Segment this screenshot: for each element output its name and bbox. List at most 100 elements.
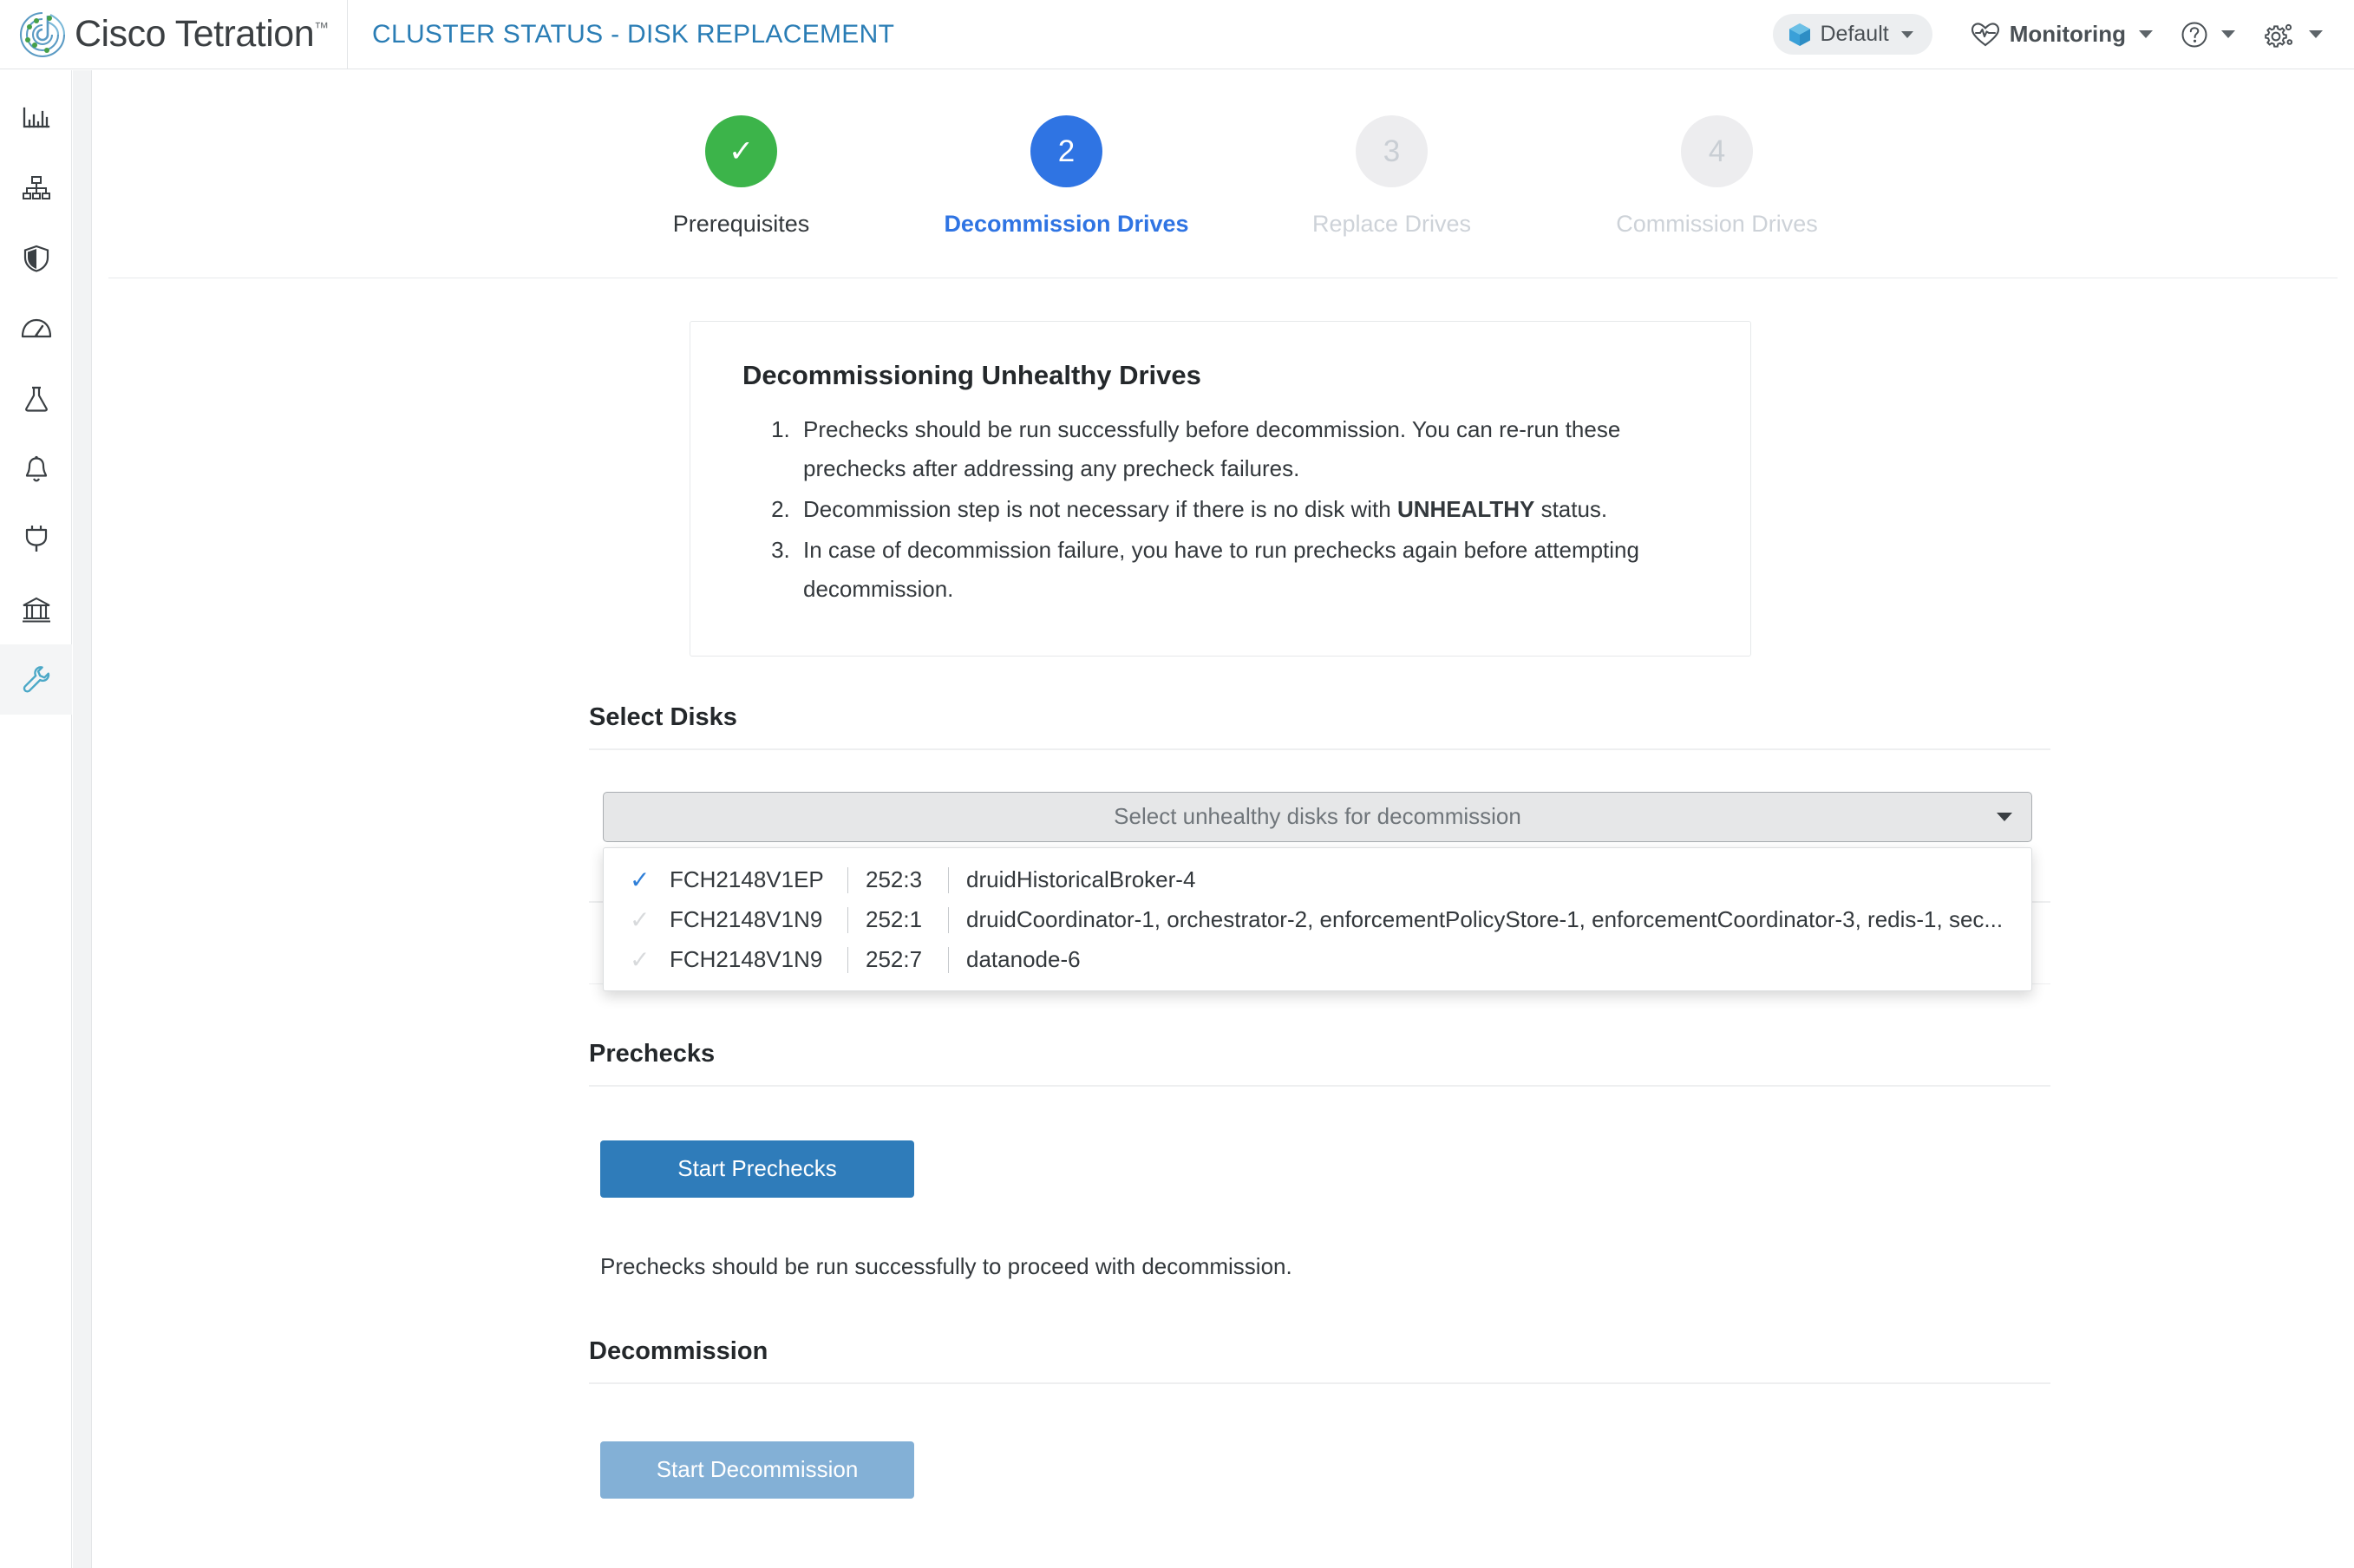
select-disks-section: Select Disks (589, 703, 2050, 750)
option-pods: druidCoordinator-1, orchestrator-2, enfo… (966, 906, 2004, 933)
nav-help[interactable] (2167, 0, 2249, 69)
main-content: ✓ Prerequisites 2 Decommission Drives 3 … (93, 70, 2354, 1568)
option-slot: 252:7 (866, 946, 923, 973)
option-divider (948, 946, 949, 973)
option-serial: FCH2148V1N9 (670, 946, 823, 973)
decommission-section: Decommission (589, 1337, 2050, 1384)
decommission-button-row: Start Decommission (600, 1384, 2354, 1499)
chevron-down-icon (2139, 30, 2153, 38)
option-serial: FCH2148V1EP (670, 866, 824, 893)
option-pods: druidHistoricalBroker-4 (966, 866, 1196, 893)
step-circle-2: 2 (1030, 115, 1102, 187)
disk-select-placeholder: Select unhealthy disks for decommission (1114, 803, 1521, 830)
nav-monitoring-label: Monitoring (2009, 21, 2126, 47)
bank-icon (22, 597, 51, 623)
option-pods: datanode-6 (966, 946, 1081, 973)
gauge-icon (21, 317, 52, 341)
scope-selector[interactable]: Default (1773, 14, 1932, 55)
option-serial: FCH2148V1N9 (670, 906, 823, 933)
heartbeat-icon (1971, 22, 2000, 48)
option-divider (847, 866, 848, 893)
shield-icon (23, 245, 50, 272)
wrench-icon (22, 665, 51, 695)
info-card: Decommissioning Unhealthy Drives Prechec… (690, 321, 1751, 657)
tetration-spiral-logo-icon (16, 8, 69, 62)
dropdown-option-3[interactable]: ✓ FCH2148V1N9 252:7 datanode-6 (604, 940, 2031, 980)
info-item-1: Prechecks should be run successfully bef… (796, 410, 1702, 488)
org-chart-icon (22, 175, 51, 201)
info-item-2-bold: UNHEALTHY (1396, 495, 1535, 522)
bell-icon (23, 455, 50, 483)
sidebar-item-dashboard[interactable] (0, 82, 72, 153)
dropdown-option-2[interactable]: ✓ FCH2148V1N9 252:1 druidCoordinator-1, … (604, 900, 2031, 940)
check-icon: ✓ (630, 905, 651, 933)
step-label-2: Decommission Drives (944, 211, 1189, 237)
brand[interactable]: Cisco Tetration™ (0, 0, 347, 69)
flask-icon (23, 385, 50, 413)
info-item-3-text: In case of decommission failure, you hav… (803, 536, 1639, 602)
start-decommission-button[interactable]: Start Decommission (600, 1441, 914, 1499)
chevron-down-icon (2309, 30, 2323, 38)
check-icon: ✓ (630, 945, 651, 973)
sidebar-item-security[interactable] (0, 223, 72, 293)
info-card-list: Prechecks should be run successfully bef… (796, 410, 1702, 609)
disk-select-wrapper: Select unhealthy disks for decommission … (603, 791, 2032, 991)
disk-select-input[interactable]: Select unhealthy disks for decommission (603, 791, 2032, 842)
info-card-title: Decommissioning Unhealthy Drives (742, 360, 1201, 390)
step-label-3: Replace Drives (1311, 211, 1472, 237)
brand-wordmark-text: Cisco Tetration (75, 13, 315, 55)
brand-wordmark: Cisco Tetration™ (75, 13, 329, 56)
info-item-2: Decommission step is not necessary if th… (796, 490, 1702, 529)
question-circle-icon (2181, 21, 2208, 49)
step-circle-1: ✓ (705, 115, 777, 187)
gear-icon (2263, 20, 2296, 49)
nav-settings[interactable] (2249, 0, 2337, 69)
step-circle-3: 3 (1356, 115, 1428, 187)
left-sidebar (0, 70, 72, 1568)
nav-monitoring[interactable]: Monitoring (1957, 0, 2167, 69)
sidebar-item-platform[interactable] (0, 574, 72, 644)
sidebar-item-topology[interactable] (0, 153, 72, 223)
trademark-symbol: ™ (314, 19, 329, 36)
prechecks-title: Prechecks (589, 1040, 2050, 1087)
option-divider (847, 906, 848, 933)
chevron-down-icon (1900, 30, 1913, 38)
start-prechecks-button[interactable]: Start Prechecks (600, 1140, 914, 1198)
step-label-4: Commission Drives (1616, 211, 1818, 237)
info-item-2-pre: Decommission step is not necessary if th… (803, 495, 1397, 522)
sidebar-item-alerts[interactable] (0, 434, 72, 504)
option-divider (948, 866, 949, 893)
plug-icon (23, 525, 49, 553)
step-commission-drives[interactable]: 4 Commission Drives (1554, 115, 1880, 238)
sidebar-item-performance[interactable] (0, 293, 72, 363)
step-decommission-drives[interactable]: 2 Decommission Drives (904, 115, 1229, 238)
option-divider (948, 906, 949, 933)
dropdown-option-1[interactable]: ✓ FCH2148V1EP 252:3 druidHistoricalBroke… (604, 860, 2031, 900)
info-item-1-text: Prechecks should be run successfully bef… (803, 416, 1621, 481)
sidebar-item-troubleshoot[interactable] (0, 644, 72, 715)
header-actions: Default Monitoring (1773, 0, 2354, 69)
page-title: CLUSTER STATUS - DISK REPLACEMENT (372, 19, 895, 49)
sidebar-item-lab[interactable] (0, 363, 72, 434)
top-bar: Cisco Tetration™ CLUSTER STATUS - DISK R… (0, 0, 2354, 69)
option-slot: 252:3 (866, 866, 923, 893)
step-label-1: Prerequisites (672, 211, 810, 237)
select-disks-title: Select Disks (589, 703, 2050, 750)
step-circle-4: 4 (1681, 115, 1753, 187)
step-replace-drives[interactable]: 3 Replace Drives (1229, 115, 1554, 238)
scope-label: Default (1820, 22, 1889, 46)
step-prerequisites[interactable]: ✓ Prerequisites (579, 115, 904, 238)
sidebar-item-connectors[interactable] (0, 504, 72, 574)
check-icon: ✓ (630, 866, 651, 893)
info-item-3: In case of decommission failure, you hav… (796, 531, 1702, 609)
option-slot: 252:1 (866, 906, 923, 933)
prechecks-helper-text: Prechecks should be run successfully to … (600, 1252, 1292, 1279)
prechecks-section: Prechecks (589, 1040, 2050, 1087)
chevron-down-icon (2221, 30, 2235, 38)
bar-chart-icon (22, 105, 51, 131)
decommission-title: Decommission (589, 1337, 2050, 1384)
info-item-2-post: status. (1534, 495, 1608, 522)
cube-icon (1788, 23, 1811, 47)
chevron-down-icon (1997, 812, 2012, 821)
prechecks-button-row: Start Prechecks (600, 1087, 2354, 1198)
